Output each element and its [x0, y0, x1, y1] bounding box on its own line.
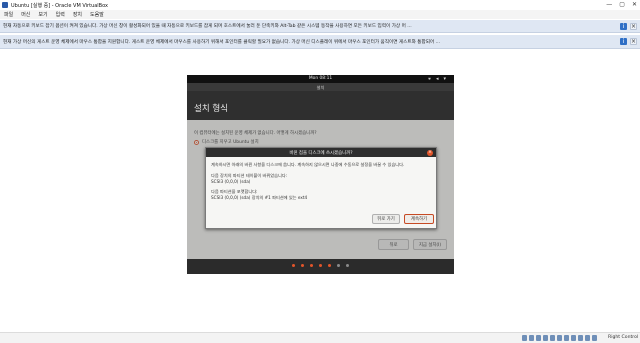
- progress-dot: [328, 264, 331, 267]
- menu-devices[interactable]: 장치: [73, 11, 82, 18]
- clock[interactable]: Mon 08:11: [187, 76, 454, 81]
- shared-folder-icon[interactable]: [557, 335, 562, 341]
- volume-icon[interactable]: ◂: [436, 76, 439, 82]
- ubuntu-topbar: Mon 08:11 ⚹ ◂ ▾: [187, 75, 454, 83]
- progress-dot: [346, 264, 349, 267]
- notice-text: 현재 자동으로 키보드 잡기 옵션이 켜져 있습니다. 가상 머신 창이 활성화…: [3, 24, 412, 29]
- installer-header: 설치 형식: [187, 91, 454, 120]
- menu-machine[interactable]: 머신: [21, 11, 30, 18]
- usb-icon[interactable]: [550, 335, 555, 341]
- cpu-icon[interactable]: [578, 335, 583, 341]
- notice-text: 현재 가상 머신의 게스트 운영 체제에서 마우스 통합을 지원합니다. 게스트…: [3, 39, 441, 45]
- display-icon[interactable]: [564, 335, 569, 341]
- network-adapter-icon[interactable]: [543, 335, 548, 341]
- menu-input[interactable]: 입력: [56, 11, 65, 18]
- window-title: Ubuntu [실행 중] - Oracle VM VirtualBox: [11, 2, 108, 9]
- format-device: SCSI3 (0,0,0) (sda) 장치의 #1 파티션에 있는 ext4: [211, 195, 308, 200]
- mouse-integration-notice: 현재 가상 머신의 게스트 운영 체제에서 마우스 통합을 지원합니다. 게스트…: [0, 35, 640, 49]
- minimize-button[interactable]: —: [606, 1, 612, 8]
- dialog-titlebar: 바뀐 점을 디스크에 쓰시겠습니까? ×: [206, 148, 436, 157]
- page-title: 설치 형식: [194, 104, 228, 114]
- maximize-button[interactable]: ▢: [619, 1, 625, 8]
- window-titlebar: Ubuntu [실행 중] - Oracle VM VirtualBox — ▢…: [0, 0, 640, 10]
- progress-dot: [310, 264, 313, 267]
- mouse-integration-icon[interactable]: [585, 335, 590, 341]
- statusbar: Right Control: [0, 332, 640, 343]
- network-icon[interactable]: ⚹: [428, 76, 431, 82]
- menu-help[interactable]: 도움말: [90, 11, 104, 18]
- keyboard-icon[interactable]: [592, 335, 597, 341]
- menubar: 파일 머신 보기 입력 장치 도움말: [0, 10, 640, 19]
- continue-button[interactable]: 계속하기: [404, 214, 434, 224]
- go-back-button[interactable]: 뒤로 가기: [372, 214, 400, 224]
- status-icons: [522, 335, 597, 341]
- menu-file[interactable]: 파일: [4, 11, 13, 18]
- host-key-label: Right Control: [608, 335, 639, 340]
- info-icon[interactable]: i: [620, 22, 627, 30]
- write-changes-dialog: 바뀐 점을 디스크에 쓰시겠습니까? × 계속하시면 아래의 바뀐 사항을 디스…: [205, 147, 437, 229]
- keyboard-capture-notice: 현재 자동으로 키보드 잡기 옵션이 켜져 있습니다. 가상 머신 창이 활성화…: [0, 20, 640, 33]
- progress-dot: [337, 264, 340, 267]
- dialog-message: 계속하시면 아래의 바뀐 사항을 디스크에 씁니다. 계속하지 않으시면 나중에…: [211, 162, 405, 167]
- hdd-icon[interactable]: [522, 335, 527, 341]
- progress-dot: [301, 264, 304, 267]
- virtualbox-icon: [2, 2, 8, 8]
- optical-drive-icon[interactable]: [529, 335, 534, 341]
- install-progress: [187, 264, 454, 267]
- installer-window-title: 설치: [316, 84, 325, 90]
- info-icon[interactable]: i: [620, 38, 627, 45]
- partition-table-device: SCSI3 (0,0,0) (sda): [211, 179, 251, 184]
- installer-titlebar: 설치: [187, 83, 454, 91]
- progress-dot: [319, 264, 322, 267]
- close-icon[interactable]: ×: [630, 22, 637, 30]
- menu-view[interactable]: 보기: [38, 11, 47, 18]
- audio-icon[interactable]: [536, 335, 541, 341]
- dialog-close-icon[interactable]: ×: [427, 149, 433, 156]
- power-icon[interactable]: ▾: [443, 76, 446, 82]
- close-icon[interactable]: ×: [630, 38, 637, 45]
- recording-icon[interactable]: [571, 335, 576, 341]
- dialog-title: 바뀐 점을 디스크에 쓰시겠습니까?: [289, 151, 353, 156]
- close-button[interactable]: ✕: [632, 1, 637, 8]
- progress-dot: [292, 264, 295, 267]
